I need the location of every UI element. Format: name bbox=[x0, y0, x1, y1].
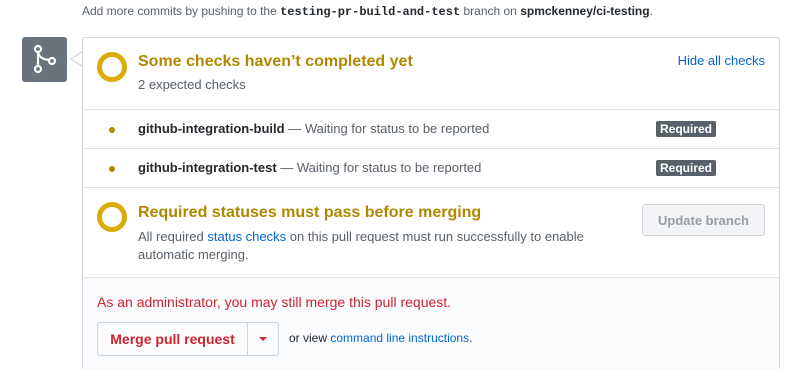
hide-all-checks-link[interactable]: Hide all checks bbox=[678, 53, 765, 68]
checks-subtitle: 2 expected checks bbox=[138, 77, 246, 92]
status-context: github-integration-test bbox=[138, 160, 277, 175]
or-view-text: or view command line instructions. bbox=[289, 331, 472, 345]
merge-method-dropdown[interactable] bbox=[247, 322, 279, 356]
pending-dot-icon bbox=[109, 166, 115, 172]
push-hint: Add more commits by pushing to the testi… bbox=[82, 4, 653, 19]
repo-name: spmckenney/ci-testing bbox=[520, 4, 650, 18]
status-description: — Waiting for status to be reported bbox=[288, 121, 490, 136]
required-statuses-section: Required statuses must pass before mergi… bbox=[83, 187, 779, 278]
status-description: — Waiting for status to be reported bbox=[280, 160, 482, 175]
required-statuses-description: All required status checks on this pull … bbox=[138, 228, 608, 264]
caret-down-icon bbox=[259, 337, 267, 341]
merge-section: As an administrator, you may still merge… bbox=[83, 277, 779, 370]
admin-merge-note: As an administrator, you may still merge… bbox=[97, 294, 452, 310]
update-branch-button[interactable]: Update branch bbox=[642, 204, 765, 236]
branch-name: testing-pr-build-and-test bbox=[280, 5, 461, 19]
push-hint-prefix: Add more commits by pushing to the bbox=[82, 4, 277, 18]
required-desc-after: on this pull request must run successful… bbox=[138, 229, 584, 262]
status-checks-link[interactable]: status checks bbox=[207, 229, 286, 244]
or-view-period: . bbox=[469, 331, 473, 345]
status-check-row: github-integration-build — Waiting for s… bbox=[83, 109, 779, 148]
pending-dot-icon bbox=[109, 127, 115, 133]
pending-ring-icon bbox=[97, 202, 127, 232]
required-badge: Required bbox=[656, 160, 717, 176]
status-context: github-integration-build bbox=[138, 121, 285, 136]
or-view-label: or view bbox=[289, 331, 328, 345]
push-hint-middle: branch on bbox=[463, 4, 517, 18]
push-hint-suffix: . bbox=[649, 4, 653, 18]
merge-pull-request-button[interactable]: Merge pull request bbox=[97, 322, 247, 356]
pending-ring-icon bbox=[97, 52, 127, 82]
required-badge: Required bbox=[656, 121, 717, 137]
timeline-pointer bbox=[70, 51, 83, 67]
merge-status-box: Some checks haven’t completed yet 2 expe… bbox=[82, 37, 780, 370]
required-statuses-title: Required statuses must pass before mergi… bbox=[138, 204, 482, 221]
status-check-row: github-integration-test — Waiting for st… bbox=[83, 148, 779, 187]
merge-button-group: Merge pull request bbox=[97, 322, 279, 356]
git-merge-icon bbox=[22, 37, 67, 82]
status-check-text: github-integration-build — Waiting for s… bbox=[138, 121, 489, 136]
status-check-text: github-integration-test — Waiting for st… bbox=[138, 160, 481, 175]
required-desc-before: All required bbox=[138, 229, 204, 244]
checks-title: Some checks haven’t completed yet bbox=[138, 53, 413, 70]
command-line-instructions-link[interactable]: command line instructions bbox=[330, 331, 469, 345]
